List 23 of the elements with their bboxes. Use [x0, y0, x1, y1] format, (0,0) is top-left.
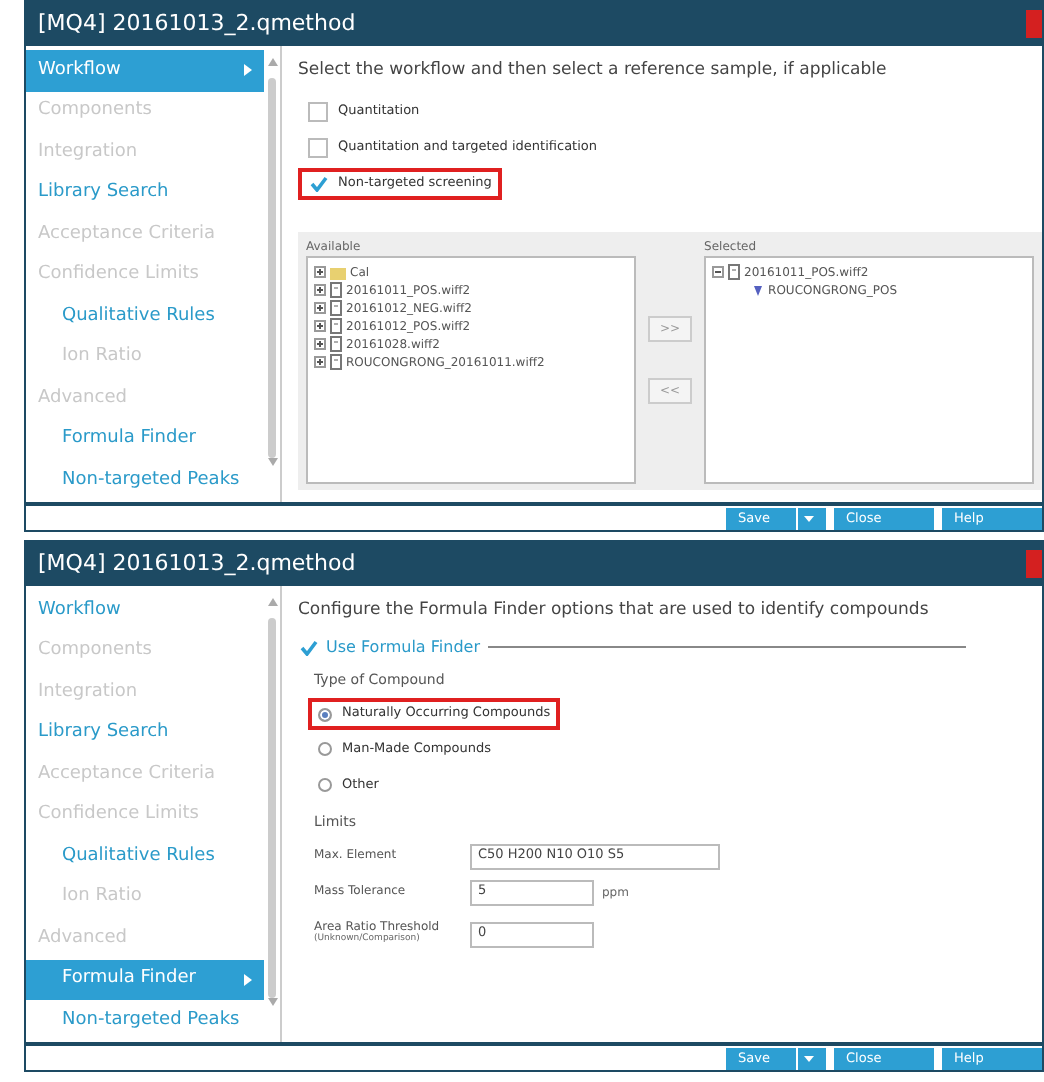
caret-icon: [804, 1055, 814, 1062]
checkmark-icon: [309, 175, 327, 192]
sidebar-item[interactable]: Workflow: [26, 50, 264, 92]
checkbox-label[interactable]: Use Formula Finder: [326, 635, 480, 660]
close-button[interactable]: [1026, 550, 1042, 578]
sidebar-item[interactable]: Library Search: [26, 713, 264, 755]
window-title: [MQ4] 20161013_2.qmethod: [38, 7, 356, 40]
scrollbar-thumb[interactable]: [268, 78, 276, 458]
scroll-up-icon: [267, 58, 277, 66]
folder-icon: [330, 265, 346, 280]
panel-heading: Configure the Formula Finder options that are used to identify compounds: [298, 598, 931, 624]
scroll-up-icon: [267, 598, 277, 606]
caret-icon: [244, 64, 252, 77]
caret-icon: [804, 515, 814, 522]
close-button[interactable]: [1026, 10, 1042, 38]
sidebar-item[interactable]: Workflow: [26, 590, 264, 632]
window-title: [MQ4] 20161013_2.qmethod: [38, 547, 356, 580]
sidebar-item[interactable]: Library Search: [26, 173, 264, 215]
panel-heading: Select the workflow and then select a reference sample, if applicable: [298, 58, 889, 84]
scrollbar-thumb[interactable]: [268, 618, 276, 998]
caret-icon: [244, 974, 252, 987]
file-icon: [728, 264, 741, 281]
checkmark-icon: [299, 639, 317, 656]
